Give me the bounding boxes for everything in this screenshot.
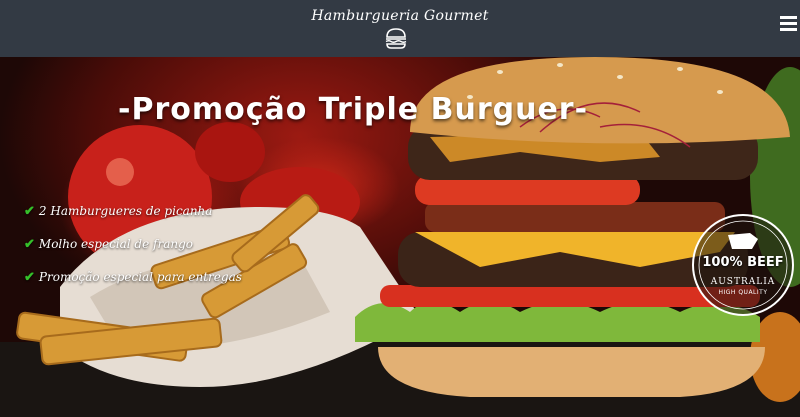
beef-badge: 100% BEEF AUSTRALIA HIGH QUALITY — [693, 215, 793, 315]
hamburger-menu-icon[interactable] — [780, 16, 800, 38]
feature-text: Promoção especial para entregas — [38, 270, 242, 284]
check-icon: ✔ — [24, 270, 35, 285]
list-item: ✔ Promoção especial para entregas — [24, 269, 242, 302]
badge-text: 100% BEEF — [702, 255, 784, 270]
badge-text: HIGH QUALITY — [718, 289, 768, 296]
list-item: ✔ Molho especial de frango — [24, 236, 242, 269]
promo-title: -Promoção Triple Burguer- — [118, 92, 589, 127]
feature-text: 2 Hamburgueres de picanha — [38, 204, 213, 218]
check-icon: ✔ — [24, 237, 35, 252]
list-item: ✔ 2 Hamburgueres de picanha — [24, 203, 242, 236]
burger-icon — [385, 28, 407, 49]
check-icon: ✔ — [24, 204, 35, 219]
feature-text: Molho especial de frango — [38, 237, 193, 251]
badge-text: AUSTRALIA — [710, 277, 776, 287]
feature-list: ✔ 2 Hamburgueres de picanha ✔ Molho especi… — [24, 203, 242, 302]
top-navbar: Hamburgueria Gourmet — [0, 0, 800, 57]
hero-banner: -Promoção Triple Burguer- ✔ 2 Hamburguere… — [0, 57, 800, 417]
brand-title[interactable]: Hamburgueria Gourmet — [0, 8, 800, 24]
